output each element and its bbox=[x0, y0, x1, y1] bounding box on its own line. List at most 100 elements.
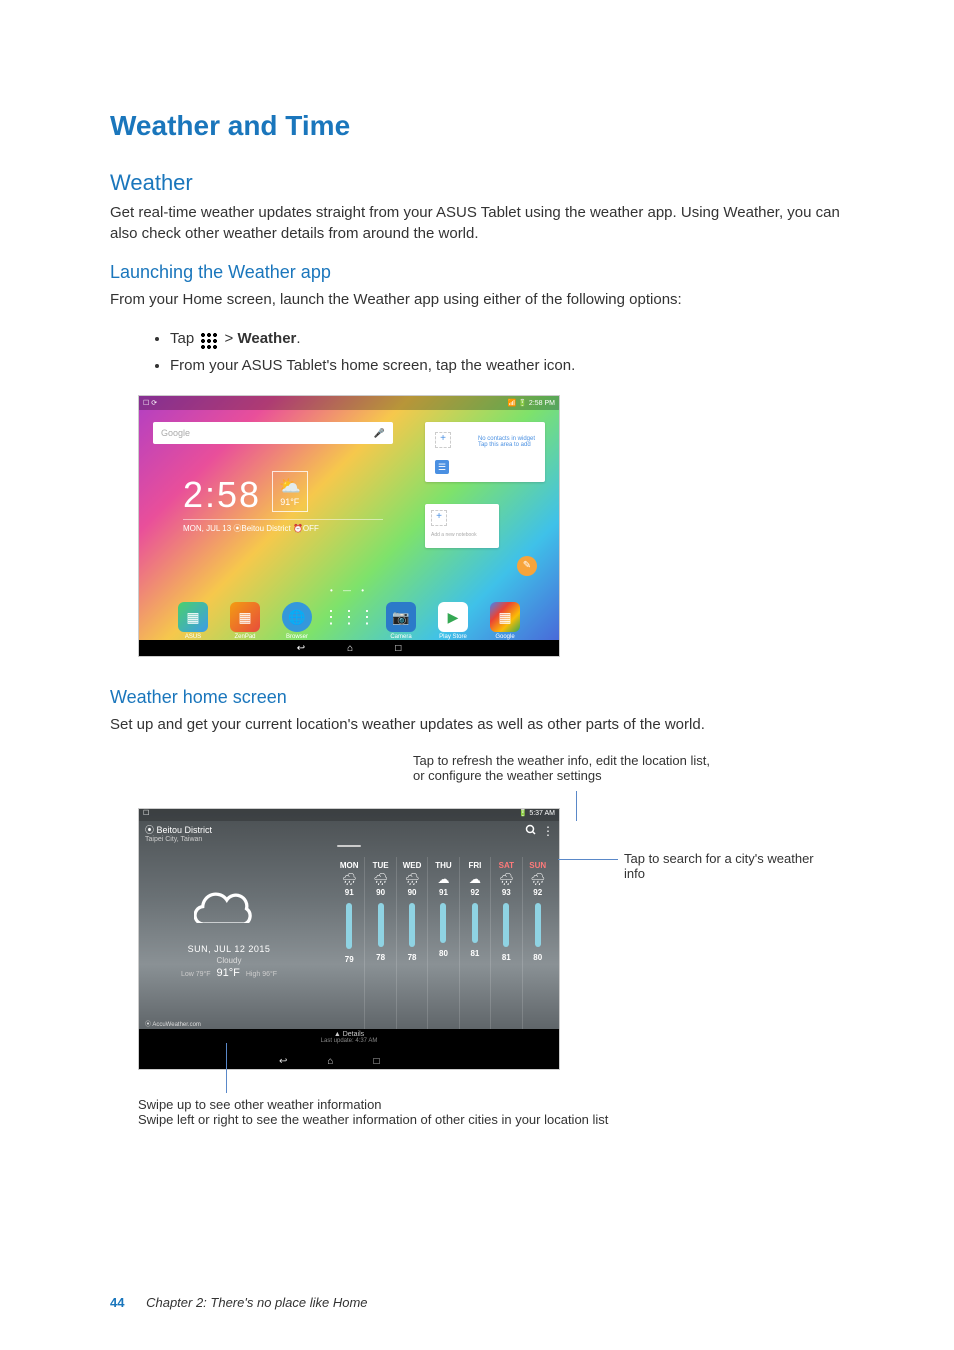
dock-app-playstore[interactable]: ▶Play Store bbox=[435, 602, 471, 640]
forecast-day-wed[interactable]: WED 🌧 90 78 bbox=[396, 857, 427, 1029]
weather-icon: 🌧 bbox=[397, 872, 427, 886]
back-icon[interactable]: ↩ bbox=[279, 1056, 287, 1067]
dock-app-google[interactable]: ▦Google bbox=[487, 602, 523, 640]
clock-weather-widget[interactable]: 2:58 ⛅ 91°F MON, JUL 13 ⦿Beitou District… bbox=[183, 474, 383, 534]
details-label: ▲ Details bbox=[139, 1031, 559, 1038]
contacts-text: No contacts in widget Tap this area to a… bbox=[478, 436, 535, 448]
search-placeholder: Google bbox=[161, 428, 190, 438]
day-name: SUN bbox=[523, 861, 553, 870]
day-name: WED bbox=[397, 861, 427, 870]
recent-icon[interactable]: □ bbox=[395, 643, 401, 654]
current-weather-pane[interactable]: SUN, JUL 12 2015 Cloudy Low 79°F 91°F Hi… bbox=[139, 869, 319, 979]
android-nav-bar: ↩ ⌂ □ bbox=[139, 1053, 559, 1069]
day-name: FRI bbox=[460, 861, 490, 870]
location-district: Beitou District bbox=[157, 825, 213, 835]
drag-handle[interactable] bbox=[337, 845, 361, 847]
low-temp: 79 bbox=[334, 955, 364, 964]
google-search-bar[interactable]: Google 🎤 bbox=[153, 422, 393, 444]
day-name: MON bbox=[334, 861, 364, 870]
microphone-icon[interactable]: 🎤 bbox=[374, 428, 385, 439]
contacts-widget[interactable]: + No contacts in widget Tap this area to… bbox=[425, 422, 545, 482]
weather-heading: Weather bbox=[110, 170, 844, 196]
location-header[interactable]: ⦿ Beitou District Taipei City, Taiwan bbox=[145, 823, 212, 843]
add-notebook-icon[interactable]: + bbox=[431, 510, 447, 526]
current-condition: Cloudy bbox=[139, 956, 319, 965]
section-title: Weather and Time bbox=[110, 110, 844, 142]
high-temp: 92 bbox=[523, 888, 553, 897]
callout-line bbox=[576, 791, 577, 821]
dock-app-allapps[interactable]: ⋮⋮⋮ bbox=[331, 602, 367, 640]
high-temp: 90 bbox=[397, 888, 427, 897]
forecast-day-tue[interactable]: TUE🌧9078 bbox=[364, 857, 395, 1029]
launch-heading: Launching the Weather app bbox=[110, 262, 844, 283]
forecast-day-mon[interactable]: MON 🌧 91 79 bbox=[334, 857, 364, 1029]
list-item: Tap > Weather. bbox=[170, 328, 844, 351]
temp-bar bbox=[503, 903, 509, 947]
forecast-day-fri[interactable]: FRI ☁ 92 81 bbox=[459, 857, 490, 1029]
launch-option-list: Tap > Weather. From your ASUS Tablet's h… bbox=[110, 328, 844, 377]
high-temp: 93 bbox=[491, 888, 521, 897]
details-bar[interactable]: ⦿ AccuWeather.com ▲ Details Last update:… bbox=[139, 1029, 559, 1053]
low-temp: 78 bbox=[397, 953, 427, 962]
high-temp: High 96°F bbox=[246, 971, 277, 978]
weather-icon: 🌧 bbox=[491, 872, 521, 886]
callout-swipe: Swipe up to see other weather informatio… bbox=[138, 1097, 608, 1127]
weather-icon: ☁ bbox=[460, 872, 490, 886]
high-temp: 91 bbox=[334, 888, 364, 897]
high-temp: 90 bbox=[365, 888, 395, 897]
weather-icon-box[interactable]: ⛅ 91°F bbox=[272, 471, 308, 512]
status-right: 📶 🔋 2:58 PM bbox=[508, 399, 555, 407]
current-date: SUN, JUL 12 2015 bbox=[139, 944, 319, 954]
weather-screenshot-wrapper: Tap to refresh the weather info, edit th… bbox=[138, 753, 838, 1123]
menu-button[interactable]: ⋮ bbox=[542, 824, 553, 838]
contacts-app-icon[interactable]: ☰ bbox=[435, 460, 449, 474]
low-temp: 81 bbox=[460, 949, 490, 958]
low-temp: 80 bbox=[428, 949, 458, 958]
low-temp: 81 bbox=[491, 953, 521, 962]
text: . bbox=[296, 330, 300, 347]
temp-bar bbox=[409, 903, 415, 947]
search-button[interactable] bbox=[525, 824, 537, 839]
temp-bar bbox=[535, 903, 541, 947]
weather-icon: ☁ bbox=[428, 872, 458, 886]
temperature: 91°F bbox=[279, 497, 301, 507]
back-icon[interactable]: ↩ bbox=[297, 643, 305, 654]
dock-app-camera[interactable]: 📷Camera bbox=[383, 602, 419, 640]
recent-icon[interactable]: □ bbox=[373, 1056, 379, 1067]
day-name: THU bbox=[428, 861, 458, 870]
text: > bbox=[225, 330, 238, 347]
fab-button[interactable]: ✎ bbox=[517, 556, 537, 576]
cloud-icon bbox=[194, 877, 264, 923]
temp-bar bbox=[440, 903, 446, 943]
clock-time: 2:58 bbox=[183, 474, 261, 516]
text: Tap bbox=[170, 330, 194, 347]
status-right: 🔋 5:37 AM bbox=[519, 809, 555, 821]
callout-search: Tap to search for a city's weather info bbox=[624, 851, 838, 881]
location-city: Taipei City, Taiwan bbox=[145, 836, 212, 843]
callout-line bbox=[558, 859, 618, 860]
cloud-sun-icon: ⛅ bbox=[279, 476, 301, 497]
home-icon[interactable]: ⌂ bbox=[327, 1056, 333, 1067]
add-contact-icon[interactable]: + bbox=[435, 432, 451, 448]
forecast-day-sun[interactable]: SUN🌧9280 bbox=[522, 857, 553, 1029]
weather-icon: 🌧 bbox=[365, 872, 395, 886]
forecast-panel[interactable]: MON🌧9179TUE🌧9078WED🌧9078THU☁9180FRI☁9281… bbox=[334, 857, 553, 1029]
accuweather-credit: ⦿ AccuWeather.com bbox=[145, 1019, 201, 1028]
search-icon bbox=[525, 824, 537, 836]
notebook-widget[interactable]: + Add a new notebook bbox=[425, 504, 499, 548]
weather-paragraph: Get real-time weather updates straight f… bbox=[110, 202, 844, 244]
dock-app-zenpad[interactable]: ▦ZenPad bbox=[227, 602, 263, 640]
high-temp: 92 bbox=[460, 888, 490, 897]
low-temp: Low 79°F bbox=[181, 971, 211, 978]
dock-app-asus[interactable]: ▦ASUS bbox=[175, 602, 211, 640]
status-left-icons: ☐ ⟳ bbox=[143, 399, 157, 407]
page-number: 44 bbox=[110, 1295, 124, 1310]
page-indicator: • — • bbox=[139, 586, 559, 595]
dock-app-browser[interactable]: 🌐Browser bbox=[279, 602, 315, 640]
weather-icon: 🌧 bbox=[334, 872, 364, 886]
weather-app-screenshot: ☐ 🔋 5:37 AM ⦿ Beitou District Taipei Cit… bbox=[138, 808, 560, 1070]
temp-bar bbox=[472, 903, 478, 943]
home-icon[interactable]: ⌂ bbox=[347, 643, 353, 654]
forecast-day-thu[interactable]: THU☁9180 bbox=[427, 857, 458, 1029]
forecast-day-sat[interactable]: SAT🌧9381 bbox=[490, 857, 521, 1029]
